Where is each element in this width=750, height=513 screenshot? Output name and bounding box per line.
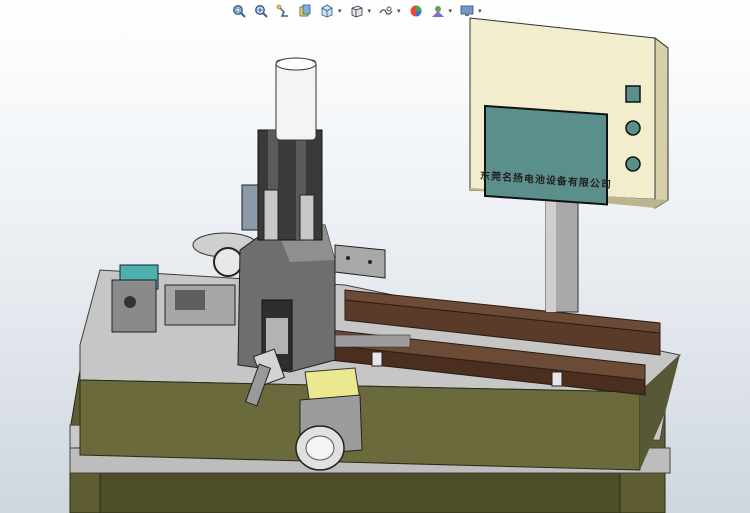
hmi-button-upper[interactable] <box>625 120 641 136</box>
cad-viewport[interactable]: ▾ ▾ ▾ ▾ ▾ 东莞名扬电池设备有限公司 <box>0 0 750 513</box>
hmi-screen[interactable] <box>484 104 608 206</box>
cylinder-stack[interactable] <box>257 57 323 241</box>
hmi-button-square[interactable] <box>625 85 641 103</box>
machine-model[interactable] <box>0 0 750 513</box>
right-block <box>334 244 386 279</box>
hmi-stand <box>545 199 579 313</box>
hmi-button-lower[interactable] <box>625 156 641 172</box>
cell-row <box>329 334 411 348</box>
